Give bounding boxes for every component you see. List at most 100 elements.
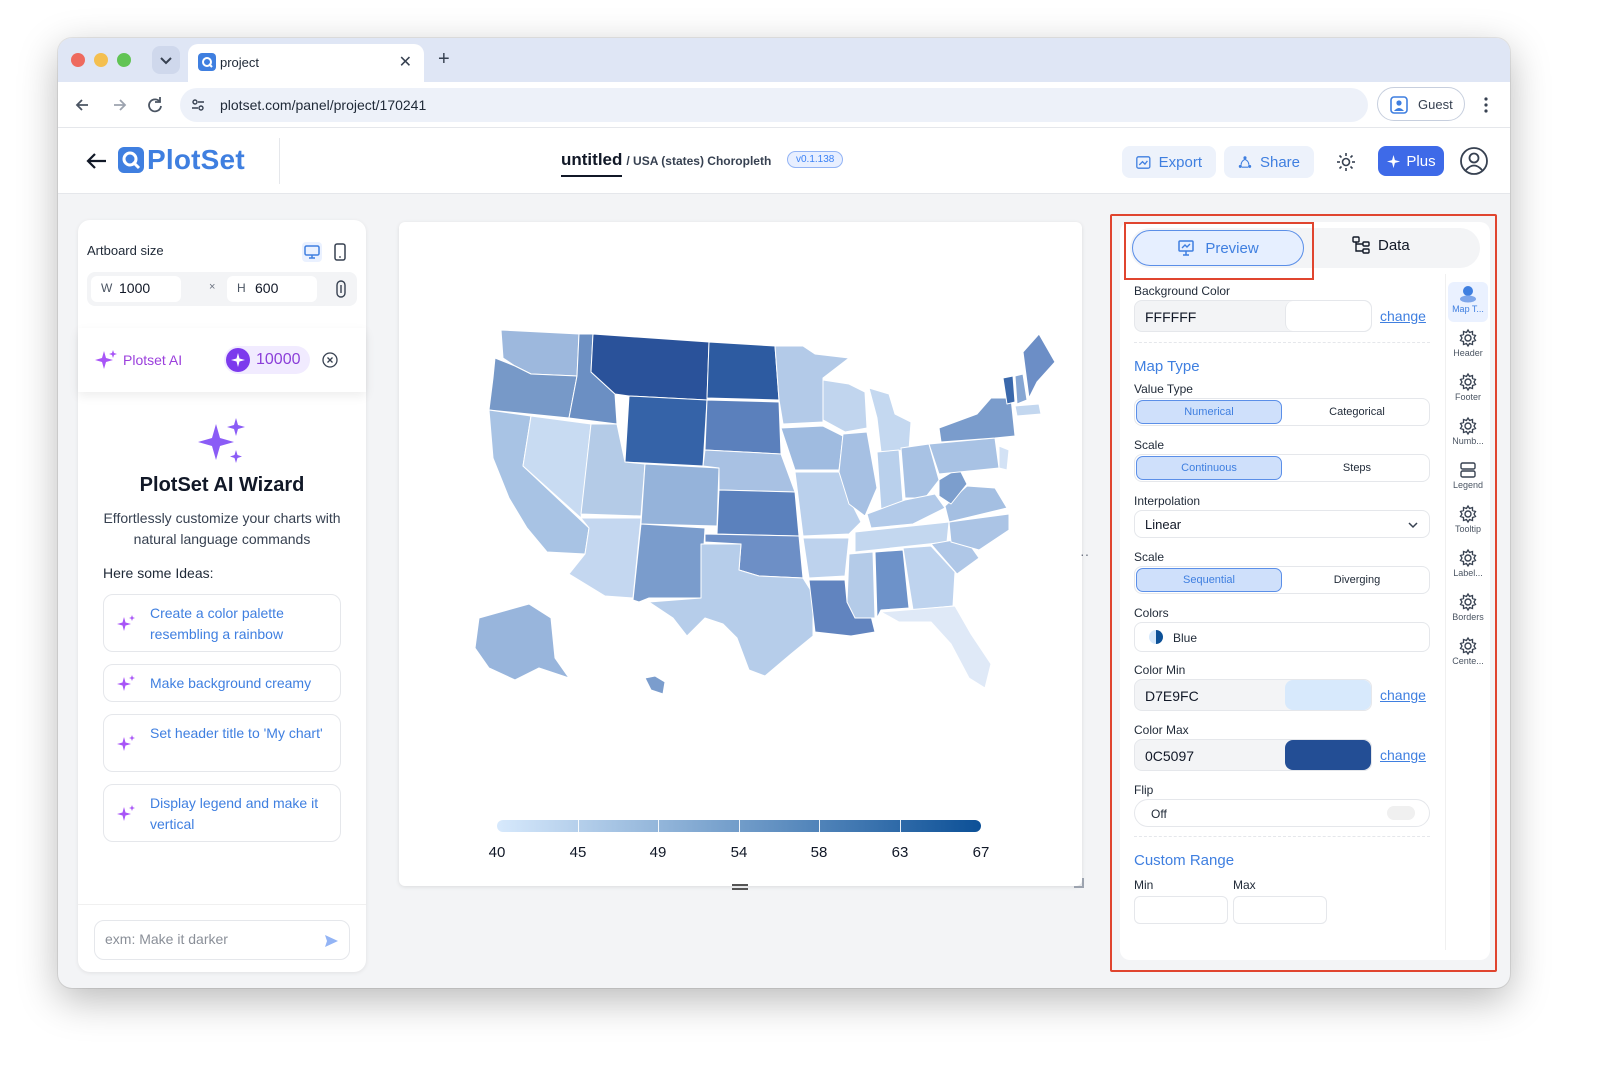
plotset-logo[interactable]: PlotSet: [118, 143, 245, 177]
close-window-button[interactable]: [71, 53, 85, 67]
share-button[interactable]: Share: [1224, 146, 1314, 178]
state-florida: [880, 605, 992, 689]
browser-window: project ✕ + plotset.com/panel/project/17…: [58, 38, 1510, 988]
send-icon[interactable]: [323, 933, 339, 949]
rail-footer[interactable]: Footer: [1448, 370, 1488, 410]
width-field[interactable]: W 1000: [91, 276, 181, 302]
rail-number-format[interactable]: Numb...: [1448, 414, 1488, 454]
aspect-lock-icon[interactable]: [334, 279, 348, 299]
rail-tooltip[interactable]: Tooltip: [1448, 502, 1488, 542]
ai-wizard-panel: Artboard size W 1000 × H 600 Plotset AI …: [78, 220, 366, 972]
legend-label: 49: [649, 844, 667, 861]
maximize-window-button[interactable]: [117, 53, 131, 67]
legend-tick: [658, 818, 659, 834]
canvas-resize-corner[interactable]: [1074, 878, 1084, 888]
project-title: untitled / USA (states) Choropleth: [561, 150, 771, 177]
browser-menu-icon[interactable]: [1478, 94, 1494, 116]
export-icon: [1136, 155, 1151, 169]
account-icon[interactable]: [1459, 146, 1489, 176]
tab-strip: project ✕ +: [58, 38, 1510, 82]
settings-rail: Map T... Header Footer Numb... Legend To…: [1445, 274, 1489, 950]
reload-icon[interactable]: [144, 94, 166, 116]
chart-canvas[interactable]: 40 45 49 54 58 63 67: [399, 222, 1082, 886]
rail-center[interactable]: Cente...: [1448, 634, 1488, 674]
state-new-york: [938, 397, 1016, 443]
logo-text: PlotSet: [147, 144, 245, 175]
rail-borders[interactable]: Borders: [1448, 590, 1488, 630]
tab-close-icon[interactable]: ✕: [399, 52, 412, 72]
idea-vertical-legend[interactable]: Display legend and make it vertical: [103, 784, 341, 842]
mobile-icon[interactable]: [332, 242, 348, 262]
idea-text: Set header title to 'My chart': [150, 725, 323, 741]
state-new-hampshire: [1014, 373, 1028, 405]
theme-toggle-icon[interactable]: [1336, 152, 1356, 172]
state-alabama: [874, 549, 910, 619]
profile-button[interactable]: Guest: [1377, 87, 1465, 121]
wizard-title: PlotSet AI Wizard: [139, 474, 305, 496]
gear-icon: [1459, 548, 1477, 568]
rail-map-type[interactable]: Map T...: [1448, 282, 1488, 322]
legend-label: 67: [972, 844, 990, 861]
site-settings-icon[interactable]: [190, 97, 206, 113]
new-tab-button[interactable]: +: [438, 48, 450, 71]
desktop-icon[interactable]: [302, 242, 322, 262]
height-field[interactable]: H 600: [227, 276, 317, 302]
wizard-description: Effortlessly customize your charts with …: [103, 510, 341, 547]
usa-choropleth-map[interactable]: [419, 318, 1059, 708]
browser-tab[interactable]: project ✕: [188, 44, 424, 82]
url-field[interactable]: plotset.com/panel/project/170241: [180, 88, 1368, 122]
header-divider: [279, 138, 280, 184]
back-arrow-icon[interactable]: [84, 148, 110, 174]
gear-icon: [1459, 372, 1477, 392]
sparkle-icon: [95, 350, 117, 369]
ai-prompt-input[interactable]: [105, 931, 315, 947]
height-value: 600: [255, 280, 279, 296]
state-kansas: [716, 489, 800, 537]
rail-legend[interactable]: Legend: [1448, 458, 1488, 498]
state-alaska: [474, 603, 570, 681]
export-label: Export: [1158, 153, 1202, 171]
state-kentucky: [866, 493, 946, 529]
rail-label: Cente...: [1452, 656, 1484, 666]
app-header: PlotSet untitled / USA (states) Chorople…: [58, 128, 1510, 194]
map-pin-icon: [1460, 286, 1476, 303]
plotset-logo-icon: [118, 147, 144, 173]
idea-text: Make background creamy: [150, 675, 312, 691]
idea-rainbow-palette[interactable]: Create a color palette resembling a rain…: [103, 594, 341, 652]
state-new-jersey: [998, 445, 1010, 471]
back-icon[interactable]: [72, 94, 94, 116]
rail-label: Tooltip: [1454, 524, 1481, 534]
state-wisconsin: [822, 379, 868, 433]
canvas-resize-handle-bottom[interactable]: [732, 884, 748, 890]
state-arkansas: [802, 537, 850, 579]
rail-label: Borders: [1452, 612, 1484, 622]
forward-icon[interactable]: [108, 94, 130, 116]
minimize-window-button[interactable]: [94, 53, 108, 67]
close-icon[interactable]: [322, 352, 338, 368]
plus-button[interactable]: Plus: [1378, 146, 1444, 176]
idea-creamy-background[interactable]: Make background creamy: [103, 664, 341, 702]
address-bar: plotset.com/panel/project/170241 Guest: [58, 82, 1510, 128]
rail-labels[interactable]: Label...: [1448, 546, 1488, 586]
url-text: plotset.com/panel/project/170241: [220, 97, 427, 113]
export-button[interactable]: Export: [1122, 146, 1216, 178]
canvas-resize-handle-right[interactable]: ··: [1080, 546, 1089, 562]
rail-label: Map T...: [1452, 304, 1484, 314]
state-hawaii: [644, 675, 666, 695]
ideas-label: Here some Ideas:: [103, 565, 214, 581]
project-name[interactable]: untitled: [561, 150, 623, 177]
ai-prompt-box: [94, 920, 350, 960]
settings-panel-highlight: [1110, 214, 1497, 972]
legend-label: 63: [891, 844, 909, 861]
state-iowa: [780, 425, 844, 471]
state-maine: [1022, 333, 1056, 399]
state-colorado: [640, 463, 720, 527]
tab-search-button[interactable]: [152, 46, 180, 74]
size-times: ×: [209, 281, 216, 293]
legend-tick: [578, 818, 579, 834]
rail-header[interactable]: Header: [1448, 326, 1488, 366]
legend-label: 40: [488, 844, 506, 861]
state-new-mexico: [632, 523, 706, 603]
idea-header-title[interactable]: Set header title to 'My chart': [103, 714, 341, 772]
version-badge: v0.1.138: [787, 151, 844, 168]
